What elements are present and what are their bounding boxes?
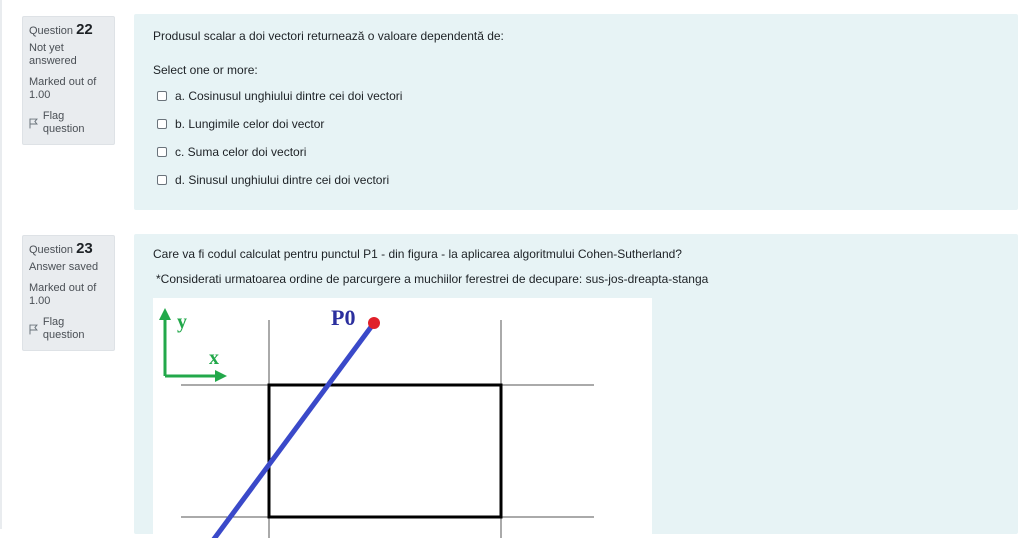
option-d-checkbox[interactable]	[157, 175, 167, 185]
question-label: Question	[29, 244, 74, 256]
question-grade: Marked out of 1.00	[29, 282, 97, 307]
page-left-border	[0, 0, 2, 529]
answer-option-c[interactable]: c. Suma celor doi vectori	[153, 138, 999, 166]
flag-question-button[interactable]: Flag question	[29, 110, 108, 136]
question-number: Question 22	[29, 21, 108, 38]
option-b-label[interactable]: b. Lungimile celor doi vector	[175, 117, 324, 131]
question-22-content: Produsul scalar a doi vectori returnează…	[134, 14, 1018, 210]
flag-icon	[29, 118, 38, 128]
question-number: Question 23	[29, 240, 108, 257]
answer-option-b[interactable]: b. Lungimile celor doi vector	[153, 110, 999, 138]
option-b-checkbox[interactable]	[157, 119, 167, 129]
point-p0	[368, 317, 380, 329]
question-22-info: Question 22 Not yet answered Marked out …	[22, 16, 115, 145]
flag-icon	[29, 324, 38, 334]
point-p0-label: P0	[331, 305, 355, 330]
flag-question-button[interactable]: Flag question	[29, 316, 108, 342]
answer-list: a. Cosinusul unghiului dintre cei doi ve…	[153, 82, 999, 194]
flag-question-label: Flag question	[42, 316, 85, 341]
option-a-checkbox[interactable]	[157, 91, 167, 101]
question-subtext: *Considerati urmatoarea ordine de parcur…	[156, 272, 709, 286]
answer-prompt: Select one or more:	[153, 63, 258, 77]
question-text: Care va fi codul calculat pentru punctul…	[153, 247, 682, 261]
question-label: Question	[29, 25, 74, 37]
question-23-info: Question 23 Answer saved Marked out of 1…	[22, 235, 115, 351]
option-a-label[interactable]: a. Cosinusul unghiului dintre cei doi ve…	[175, 89, 402, 103]
option-d-label[interactable]: d. Sinusul unghiului dintre cei doi vect…	[175, 173, 389, 187]
answer-option-a[interactable]: a. Cosinusul unghiului dintre cei doi ve…	[153, 82, 999, 110]
question-state: Answer saved	[29, 261, 99, 273]
question-grade: Marked out of 1.00	[29, 76, 97, 101]
question-23-content: Care va fi codul calculat pentru punctul…	[134, 234, 1018, 538]
axis-x-label: x	[209, 347, 219, 369]
figure-background	[153, 298, 652, 538]
question-number-value: 23	[76, 240, 93, 257]
clipping-figure: y x P0	[153, 298, 652, 538]
option-c-label[interactable]: c. Suma celor doi vectori	[175, 145, 306, 159]
question-number-value: 22	[76, 21, 93, 38]
question-state: Not yet answered	[29, 42, 77, 67]
answer-option-d[interactable]: d. Sinusul unghiului dintre cei doi vect…	[153, 166, 999, 194]
option-c-checkbox[interactable]	[157, 147, 167, 157]
axis-y-label: y	[177, 311, 187, 333]
question-text: Produsul scalar a doi vectori returnează…	[153, 29, 504, 43]
flag-question-label: Flag question	[42, 110, 85, 135]
